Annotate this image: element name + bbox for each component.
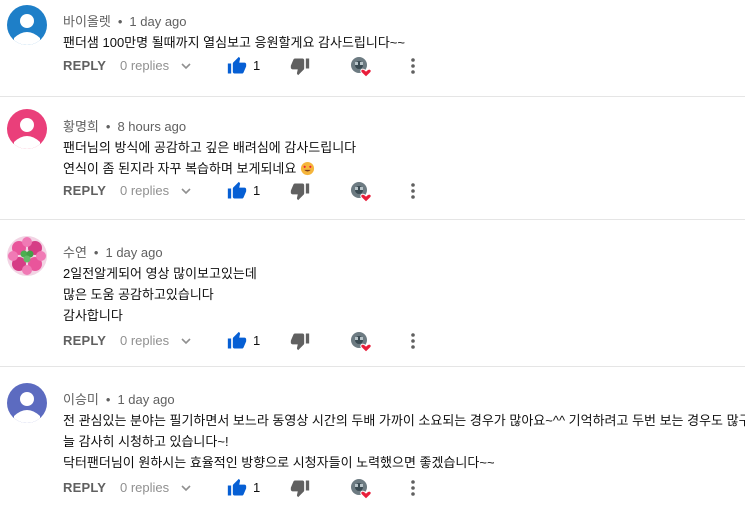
creator-heart-icon[interactable] <box>349 55 373 84</box>
author-name[interactable]: 이승미 <box>63 392 99 407</box>
comment-text-line: 늘 감사히 시청하고 있습니다~! <box>63 434 229 449</box>
thumbs-down-icon[interactable] <box>290 331 310 356</box>
more-vert-icon[interactable] <box>410 182 416 205</box>
like-count: 1 <box>253 480 261 495</box>
comment-time[interactable]: 1 day ago <box>105 245 162 260</box>
comment-actions: REPLY 0 replies 1 <box>63 477 743 501</box>
like-count: 1 <box>253 333 261 348</box>
comment-text-line: 팬더님의 방식에 공감하고 깊은 배려심에 감사드립니다 <box>63 140 357 155</box>
comment-item: 수연 • 1 day ago 2일전알게되어 영상 많이보고있는데 많은 도움 공감… <box>0 220 745 366</box>
creator-heart-icon[interactable] <box>349 180 373 209</box>
comment-text-line: 전 관심있는 분야는 필기하면서 보느라 동영상 시간의 두배 가까이 소요되는… <box>63 413 745 428</box>
heart-eyes-emoji-icon <box>300 161 315 179</box>
comment-time[interactable]: 8 hours ago <box>117 119 186 134</box>
separator-dot: • <box>93 245 99 260</box>
author-name[interactable]: 수연 <box>63 245 87 260</box>
comment-header: 이승미 • 1 day ago <box>63 389 175 408</box>
like-count: 1 <box>253 183 261 198</box>
comment-actions: REPLY 0 replies 1 <box>63 180 743 204</box>
author-name[interactable]: 바이올렛 <box>63 14 111 29</box>
more-vert-icon[interactable] <box>410 332 416 355</box>
replies-count[interactable]: 0 replies <box>120 333 169 348</box>
replies-count[interactable]: 0 replies <box>120 183 169 198</box>
reply-button[interactable]: REPLY <box>63 480 106 495</box>
comment-text-line: 팬더샘 100만명 될때까지 열심보고 응원할게요 감사드립니다~~ <box>63 35 405 50</box>
comment-header: 바이올렛 • 1 day ago <box>63 11 187 30</box>
comment-header: 황명희 • 8 hours ago <box>63 116 186 135</box>
like-count: 1 <box>253 58 261 73</box>
thumbs-up-icon[interactable] <box>227 181 247 206</box>
comment-time[interactable]: 1 day ago <box>117 392 174 407</box>
replies-count[interactable]: 0 replies <box>120 58 169 73</box>
creator-heart-icon[interactable] <box>349 330 373 359</box>
avatar[interactable] <box>7 383 47 423</box>
comment-item: 이승미 • 1 day ago 전 관심있는 분야는 필기하면서 보느라 동영상 시… <box>0 367 745 505</box>
comment-text: 연식이 좀 된지라 자꾸 복습하며 보게되네요 <box>63 161 297 176</box>
thumbs-up-icon[interactable] <box>227 478 247 503</box>
more-vert-icon[interactable] <box>410 479 416 502</box>
chevron-down-icon[interactable] <box>180 481 192 499</box>
comment-item: 황명희 • 8 hours ago 팬더님의 방식에 공감하고 깊은 배려심에 감사… <box>0 97 745 219</box>
chevron-down-icon[interactable] <box>180 59 192 77</box>
avatar[interactable] <box>7 236 47 276</box>
replies-count[interactable]: 0 replies <box>120 480 169 495</box>
comment-item: 바이올렛 • 1 day ago 팬더샘 100만명 될때까지 열심보고 응원할게요… <box>0 0 745 96</box>
separator-dot: • <box>117 14 123 29</box>
comment-text-line: 닥터팬더님이 원하시는 효율적인 방향으로 시청자들이 노력했으면 좋겠습니다~… <box>63 455 495 470</box>
creator-heart-icon[interactable] <box>349 477 373 506</box>
thumbs-up-icon[interactable] <box>227 331 247 356</box>
comment-text-line: 2일전알게되어 영상 많이보고있는데 <box>63 266 257 281</box>
separator-dot: • <box>105 392 111 407</box>
comment-text-line: 많은 도움 공감하고있습니다 <box>63 287 214 302</box>
reply-button[interactable]: REPLY <box>63 333 106 348</box>
comment-text-line: 감사합니다 <box>63 308 123 323</box>
author-name[interactable]: 황명희 <box>63 119 99 134</box>
comment-header: 수연 • 1 day ago <box>63 242 163 261</box>
comment-text-line: 연식이 좀 된지라 자꾸 복습하며 보게되네요 <box>63 158 315 179</box>
thumbs-up-icon[interactable] <box>227 56 247 81</box>
thumbs-down-icon[interactable] <box>290 478 310 503</box>
thumbs-down-icon[interactable] <box>290 56 310 81</box>
comment-time[interactable]: 1 day ago <box>129 14 186 29</box>
more-vert-icon[interactable] <box>410 57 416 80</box>
chevron-down-icon[interactable] <box>180 184 192 202</box>
avatar[interactable] <box>7 109 47 149</box>
chevron-down-icon[interactable] <box>180 334 192 352</box>
reply-button[interactable]: REPLY <box>63 183 106 198</box>
thumbs-down-icon[interactable] <box>290 181 310 206</box>
reply-button[interactable]: REPLY <box>63 58 106 73</box>
avatar[interactable] <box>7 5 47 45</box>
comment-actions: REPLY 0 replies 1 <box>63 55 743 79</box>
comment-actions: REPLY 0 replies 1 <box>63 330 743 354</box>
separator-dot: • <box>105 119 111 134</box>
